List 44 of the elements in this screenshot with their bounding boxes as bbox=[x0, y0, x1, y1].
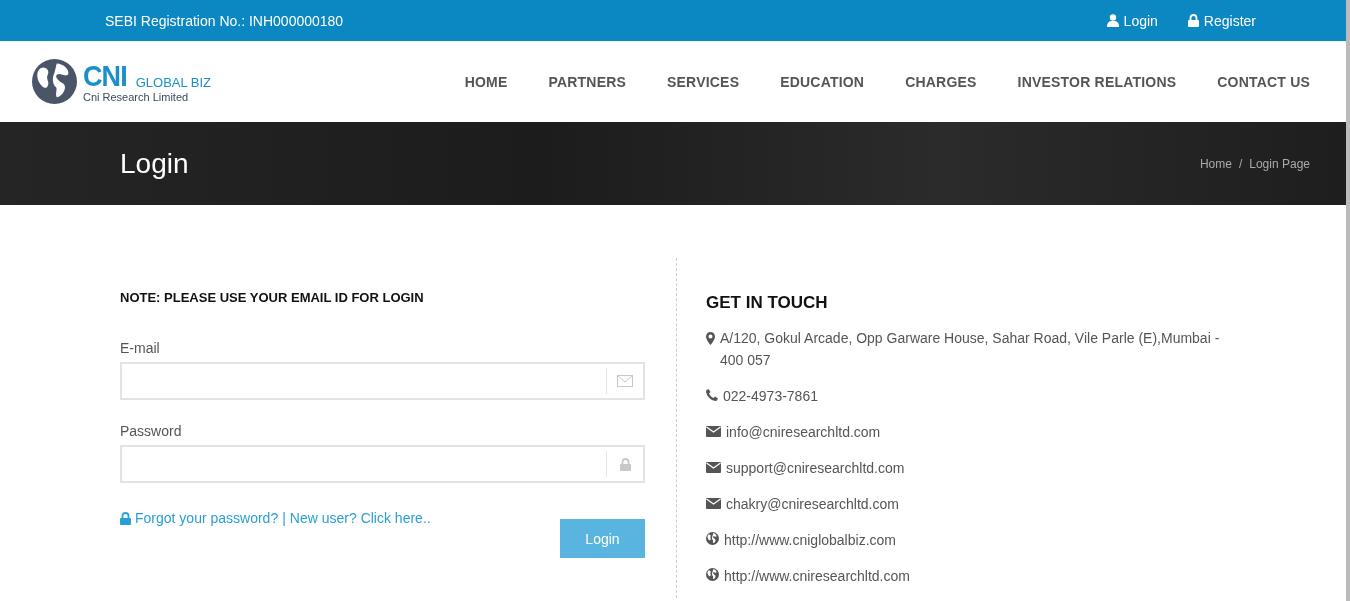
link-divider: | bbox=[282, 510, 286, 526]
envelope-icon bbox=[617, 375, 633, 387]
password-field[interactable] bbox=[120, 445, 645, 483]
phone-icon bbox=[706, 389, 718, 401]
lock-icon bbox=[619, 457, 631, 471]
nav-link[interactable]: INVESTOR RELATIONS bbox=[1017, 73, 1177, 90]
register-link[interactable]: Register bbox=[1187, 12, 1256, 29]
breadcrumb-separator: / bbox=[1238, 156, 1243, 171]
field-label: Password bbox=[120, 423, 183, 439]
nav-link[interactable]: CONTACT US bbox=[1217, 73, 1310, 90]
envelope-icon bbox=[706, 462, 721, 473]
email-field[interactable] bbox=[120, 362, 645, 400]
nav-link[interactable]: EDUCATION bbox=[780, 73, 865, 90]
company-name: Cni Research Limited bbox=[83, 91, 190, 103]
page-title: Login bbox=[120, 147, 190, 180]
globe-icon bbox=[706, 532, 719, 545]
breadcrumb-current: Login Page bbox=[1249, 156, 1310, 171]
logo-mark: CNI bbox=[83, 60, 127, 91]
email-address: support@cniresearchltd.com bbox=[726, 459, 905, 478]
nav-link[interactable]: CHARGES bbox=[905, 73, 977, 90]
map-pin-icon bbox=[706, 332, 715, 345]
logo-tagline: GLOBAL BIZ bbox=[135, 75, 212, 89]
field-label: E-mail bbox=[120, 340, 161, 356]
breadcrumb-link[interactable]: Home bbox=[1199, 156, 1232, 171]
phone-number: 022-4973-7861 bbox=[723, 387, 818, 406]
contact-heading: GET IN TOUCH bbox=[706, 293, 829, 313]
nav-link[interactable]: HOME bbox=[464, 73, 508, 90]
website-link[interactable]: http://www.cniresearchltd.com bbox=[724, 565, 910, 587]
address-text: A/120, Gokul Arcade, Opp Garware House, Sahar Road, Vile Parle (E),Mumbai - 400 057 bbox=[720, 329, 1221, 370]
nav-link[interactable]: PARTNERS bbox=[548, 73, 627, 90]
lock-icon bbox=[120, 511, 131, 525]
user-icon bbox=[1106, 14, 1119, 27]
globe-logo-icon bbox=[32, 59, 77, 104]
globe-icon bbox=[706, 568, 719, 581]
envelope-icon bbox=[706, 498, 721, 509]
envelope-icon bbox=[706, 426, 721, 437]
email-address: info@cniresearchltd.com bbox=[726, 423, 881, 442]
nav-link[interactable]: SERVICES bbox=[667, 73, 740, 90]
login-note: NOTE: PLEASE USE YOUR EMAIL ID FOR LOGIN bbox=[120, 290, 425, 305]
lock-icon bbox=[1187, 14, 1199, 27]
login-link[interactable]: Login bbox=[1106, 12, 1158, 29]
registration-number: SEBI Registration No.: INH000000180 bbox=[105, 12, 345, 29]
website-link[interactable]: http://www.cniglobalbiz.com bbox=[724, 529, 896, 551]
email-address: chakry@cniresearchltd.com bbox=[726, 495, 899, 514]
